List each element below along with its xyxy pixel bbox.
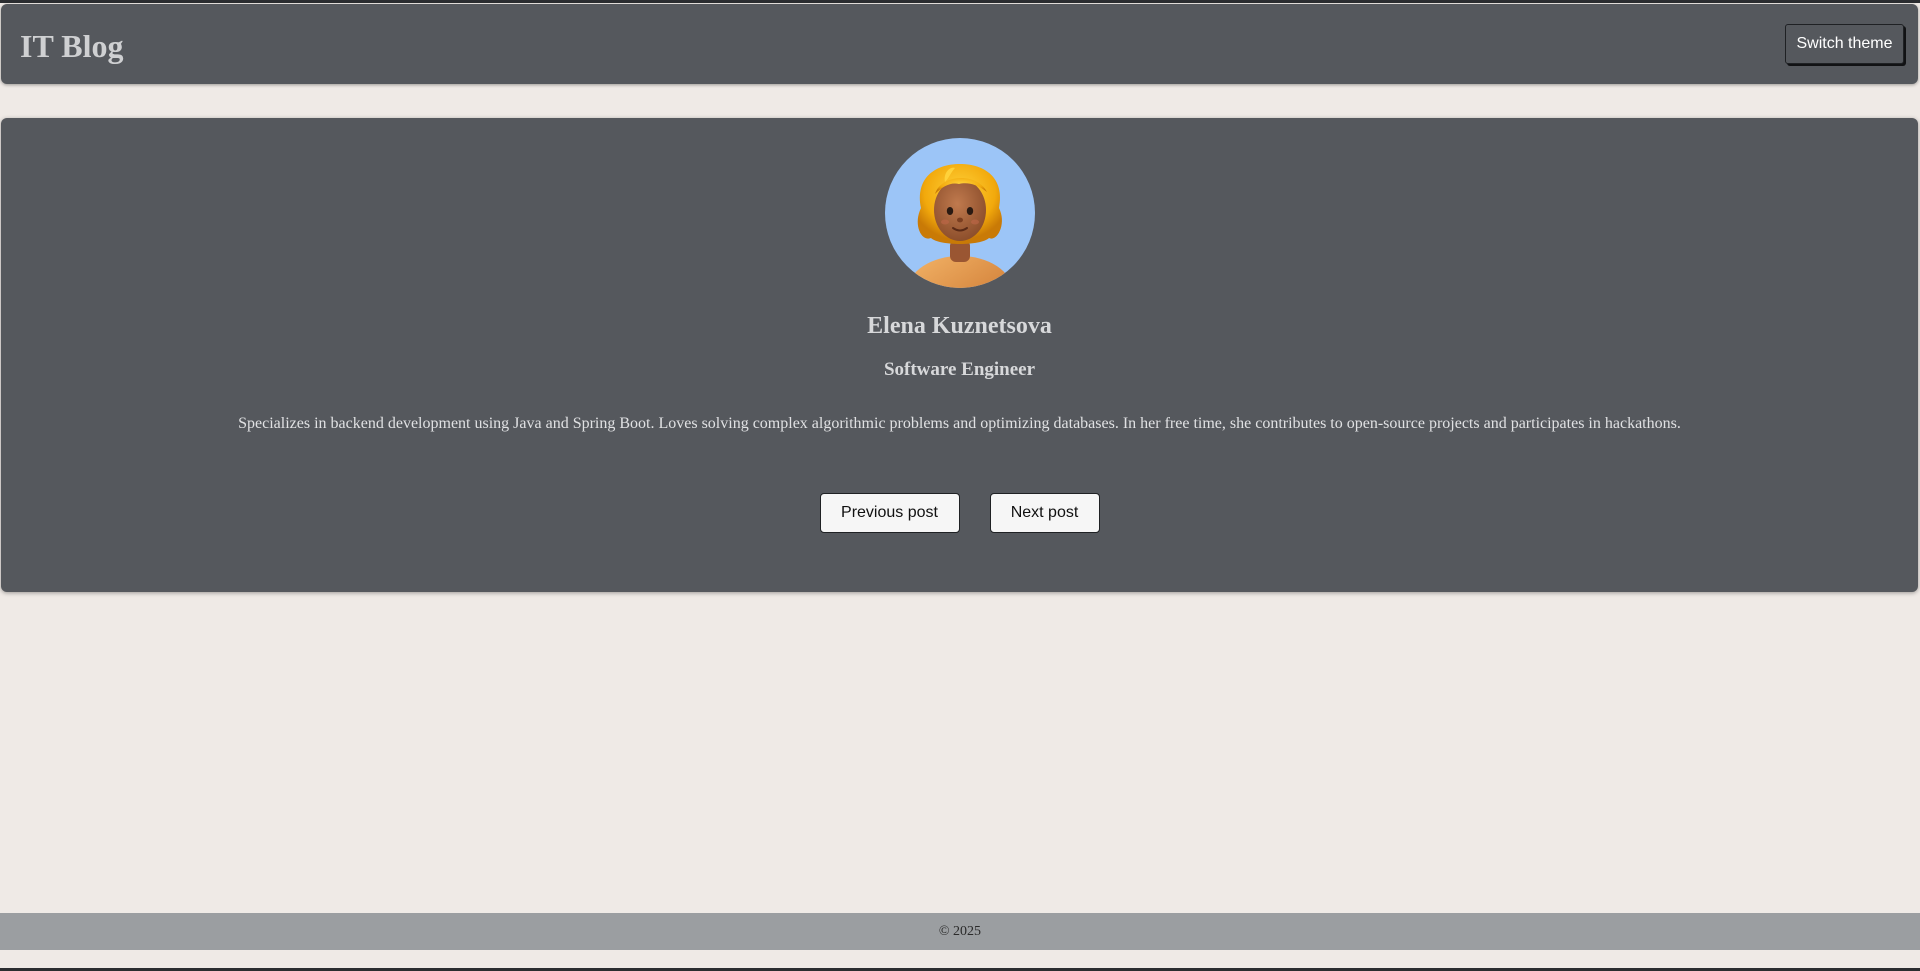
next-post-button[interactable]: Next post [989, 493, 1100, 533]
author-profile-card: Elena Kuznetsova Software Engineer Speci… [1, 118, 1918, 592]
switch-theme-button[interactable]: Switch theme [1785, 24, 1904, 64]
author-name: Elena Kuznetsova [867, 313, 1052, 339]
window-top-strip [0, 0, 1920, 3]
previous-post-button[interactable]: Previous post [819, 493, 960, 533]
copyright-text: © 2025 [938, 924, 982, 939]
avatar-illustration-icon [908, 164, 1012, 288]
post-navigation: Previous post Next post [1, 493, 1918, 533]
author-bio: Specializes in backend development using… [238, 415, 1681, 432]
author-avatar [885, 138, 1035, 288]
site-footer: © 2025 [0, 913, 1920, 950]
site-title: IT Blog [20, 28, 124, 64]
site-header: IT Blog Switch theme [1, 4, 1918, 84]
author-role: Software Engineer [883, 359, 1036, 380]
